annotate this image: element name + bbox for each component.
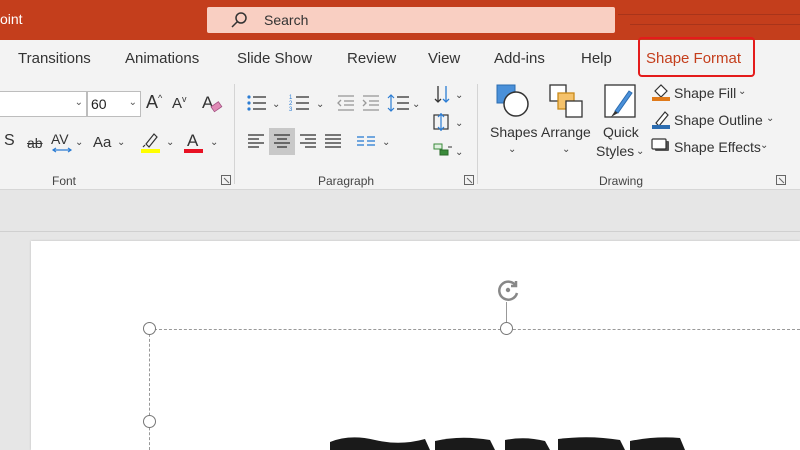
shape-fill-button[interactable]: Shape Fill <box>674 85 736 101</box>
decrease-indent-icon[interactable] <box>336 94 356 112</box>
tab-review[interactable]: Review <box>347 50 396 67</box>
change-case-button[interactable]: Aa <box>93 134 111 151</box>
arrange-button[interactable]: Arrange <box>541 124 591 140</box>
rotate-handle-icon[interactable] <box>494 276 522 304</box>
chevron-down-icon[interactable]: ⌄ <box>272 99 280 110</box>
search-box[interactable]: Search <box>207 7 615 33</box>
chevron-down-icon: ⌄ <box>74 97 83 108</box>
grow-font-icon[interactable]: A^ <box>146 92 162 113</box>
title-bar: oint Search <box>0 0 800 40</box>
svg-text:A: A <box>187 131 199 150</box>
shapes-icon[interactable] <box>495 83 531 119</box>
chevron-down-icon[interactable]: ⌄ <box>75 137 83 148</box>
convert-smartart-icon[interactable] <box>432 141 454 159</box>
shapes-button[interactable]: Shapes <box>490 124 537 140</box>
tab-transitions[interactable]: Transitions <box>18 50 91 67</box>
title-decoration <box>630 24 800 25</box>
chevron-down-icon[interactable]: ⌄ <box>562 144 570 155</box>
chevron-down-icon[interactable]: ⌄ <box>760 140 768 151</box>
line-spacing-icon[interactable] <box>387 93 411 113</box>
drawing-group-label: Drawing <box>599 174 644 188</box>
dialog-launcher-icon[interactable] <box>221 175 231 185</box>
chevron-down-icon[interactable]: ⌄ <box>166 137 174 148</box>
columns-icon[interactable] <box>356 135 376 147</box>
chevron-down-icon[interactable]: ⌄ <box>210 137 218 148</box>
resize-handle-top-middle[interactable] <box>500 322 513 335</box>
justify-icon[interactable] <box>324 133 342 149</box>
align-left-icon[interactable] <box>247 133 265 149</box>
chevron-down-icon[interactable]: ⌄ <box>766 113 774 124</box>
chevron-down-icon[interactable]: ⌄ <box>455 118 463 129</box>
workspace-bar <box>0 190 800 232</box>
chevron-down-icon[interactable]: ⌄ <box>455 90 463 101</box>
tab-help[interactable]: Help <box>581 50 612 67</box>
ribbon: ⌄ 60 ⌄ A^ Av A S ab AV ⌄ Aa ⌄ ⌄ A ⌄ Font <box>0 78 800 190</box>
app-title: oint <box>0 11 23 27</box>
arrange-icon[interactable] <box>548 83 584 119</box>
resize-handle-top-left[interactable] <box>143 322 156 335</box>
dialog-launcher-icon[interactable] <box>776 175 786 185</box>
search-icon <box>231 12 247 28</box>
align-text-icon[interactable] <box>432 112 454 132</box>
font-group-label: Font <box>52 174 77 188</box>
group-separator <box>477 84 478 184</box>
quick-styles-icon[interactable] <box>603 83 639 121</box>
align-center-icon <box>274 134 290 148</box>
font-color-icon[interactable]: A <box>183 130 205 154</box>
svg-text:3: 3 <box>289 107 293 113</box>
tab-animations[interactable]: Animations <box>125 50 199 67</box>
chevron-down-icon[interactable]: ⌄ <box>738 86 746 97</box>
align-center-button[interactable] <box>269 128 295 155</box>
shape-effects-button[interactable]: Shape Effects <box>674 139 761 155</box>
spacing-arrow-icon <box>51 147 73 153</box>
bold-fragment[interactable]: S <box>4 132 15 150</box>
character-spacing-button[interactable]: AV <box>51 131 69 147</box>
quick-styles-label-2[interactable]: Styles <box>596 143 634 159</box>
resize-handle-middle-left[interactable] <box>143 415 156 428</box>
tab-view[interactable]: View <box>428 50 460 67</box>
font-size-value: 60 <box>91 96 107 112</box>
tab-add-ins[interactable]: Add-ins <box>494 50 545 67</box>
chevron-down-icon[interactable]: ⌄ <box>412 99 420 110</box>
search-label: Search <box>264 12 309 28</box>
shape-fill-icon[interactable] <box>651 82 671 102</box>
font-size-field[interactable]: 60 ⌄ <box>87 91 141 117</box>
quick-styles-label-1[interactable]: Quick <box>603 124 639 140</box>
strikethrough-button[interactable]: ab <box>27 135 43 151</box>
chevron-down-icon[interactable]: ⌄ <box>382 137 390 148</box>
shape-outline-button[interactable]: Shape Outline <box>674 112 763 128</box>
increase-indent-icon[interactable] <box>361 94 381 112</box>
chevron-down-icon[interactable]: ⌄ <box>636 146 644 157</box>
chevron-down-icon[interactable]: ⌄ <box>316 99 324 110</box>
numbering-icon[interactable]: 1 2 3 <box>289 93 311 113</box>
shape-outline-icon[interactable] <box>651 109 671 129</box>
highlighter-icon[interactable] <box>140 130 162 154</box>
bullets-icon[interactable] <box>246 94 268 112</box>
tab-slide-show[interactable]: Slide Show <box>237 50 312 67</box>
paragraph-group-label: Paragraph <box>318 174 375 188</box>
chevron-down-icon[interactable]: ⌄ <box>508 144 516 155</box>
tab-highlight-box <box>638 37 755 77</box>
shrink-font-icon[interactable]: Av <box>172 94 187 112</box>
rotation-connector <box>506 302 507 324</box>
group-separator <box>234 84 235 184</box>
chevron-down-icon: ⌄ <box>128 97 137 108</box>
font-name-field[interactable]: ⌄ <box>0 91 87 117</box>
title-decoration <box>618 14 800 15</box>
chevron-down-icon[interactable]: ⌄ <box>117 137 125 148</box>
dialog-launcher-icon[interactable] <box>464 175 474 185</box>
text-direction-icon[interactable] <box>433 84 453 106</box>
clear-formatting-icon[interactable]: A <box>201 92 223 114</box>
slide-text-art <box>330 437 685 450</box>
chevron-down-icon[interactable]: ⌄ <box>455 147 463 158</box>
shape-effects-icon[interactable] <box>651 137 671 155</box>
align-right-icon[interactable] <box>299 133 317 149</box>
